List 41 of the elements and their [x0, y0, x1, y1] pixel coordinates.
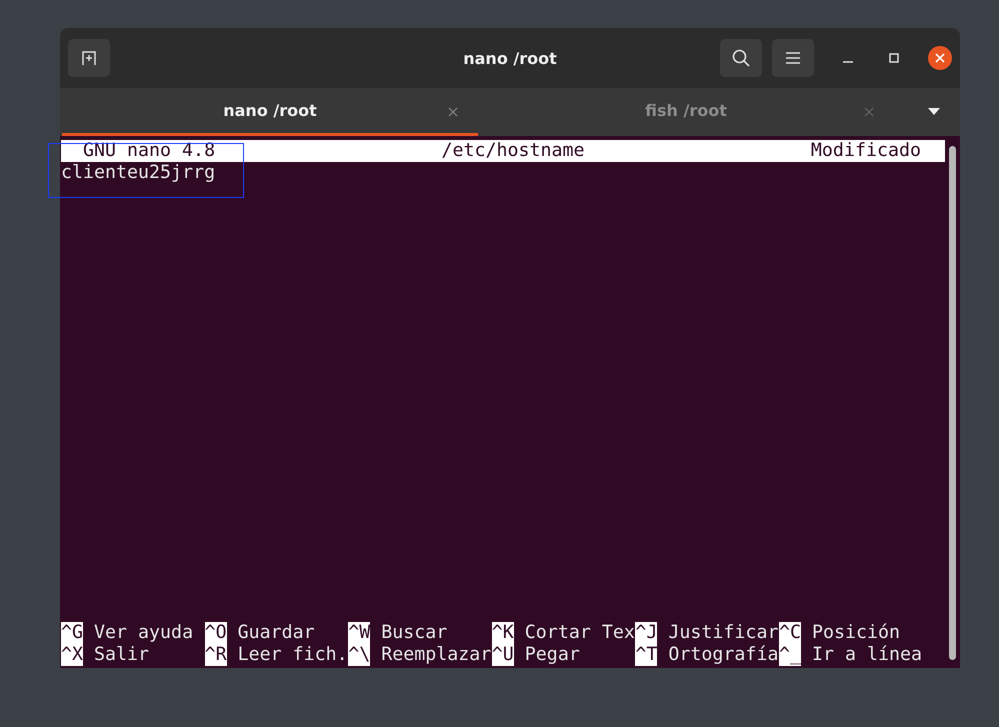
shortcut-label: Cortar Tex — [524, 622, 635, 644]
new-tab-icon — [80, 49, 98, 67]
close-icon — [935, 53, 945, 63]
shortcut-key: ^_ — [778, 644, 801, 666]
shortcut-key: ^R — [204, 644, 227, 666]
text-line: clienteu25jrrg — [61, 162, 216, 184]
shortcut-key: ^J — [635, 622, 658, 644]
window-title: nano /root — [463, 48, 557, 68]
shortcut-key: ^\ — [348, 644, 370, 666]
modified-status: Modificado — [810, 140, 921, 162]
file-name: /etc/hostname — [441, 140, 585, 162]
shortcut-label: Justificar — [668, 622, 778, 644]
shortcut-key: ^X — [61, 644, 84, 666]
shortcut-label: Guardar — [238, 622, 315, 644]
search-button[interactable] — [720, 39, 762, 77]
minimize-icon — [843, 61, 853, 63]
shortcut-key: ^T — [635, 644, 658, 666]
shortcut-label: Reemplazar — [381, 644, 492, 666]
shortcut-label: Ortografía — [668, 644, 778, 666]
menu-icon — [785, 51, 801, 65]
shortcut-label: Ir a línea — [812, 644, 922, 666]
shortcut-key: ^U — [492, 644, 514, 666]
new-tab-button[interactable] — [68, 39, 110, 77]
shortcut-label: Pegar — [524, 644, 580, 666]
caret-icon[interactable] — [928, 108, 940, 116]
search-icon — [731, 48, 751, 68]
close-button[interactable] — [928, 46, 952, 70]
shortcut-label: Posición — [812, 622, 900, 644]
shortcut-label: Ver ayuda — [94, 622, 194, 644]
shortcut-key: ^G — [61, 622, 84, 644]
scrollbar-thumb[interactable] — [949, 146, 956, 660]
maximize-icon — [889, 53, 899, 63]
shortcut-key: ^W — [348, 622, 370, 644]
close-tab-icon[interactable] — [448, 107, 458, 117]
shortcut-key: ^O — [204, 622, 227, 644]
shortcut-label: Leer fich. — [238, 644, 348, 666]
shortcut-key: ^C — [778, 622, 801, 644]
shortcut-label: Buscar — [381, 622, 448, 644]
shortcut-key: ^K — [492, 622, 514, 644]
menu-button[interactable] — [772, 39, 814, 77]
shortcut-label: Salir — [94, 644, 150, 666]
